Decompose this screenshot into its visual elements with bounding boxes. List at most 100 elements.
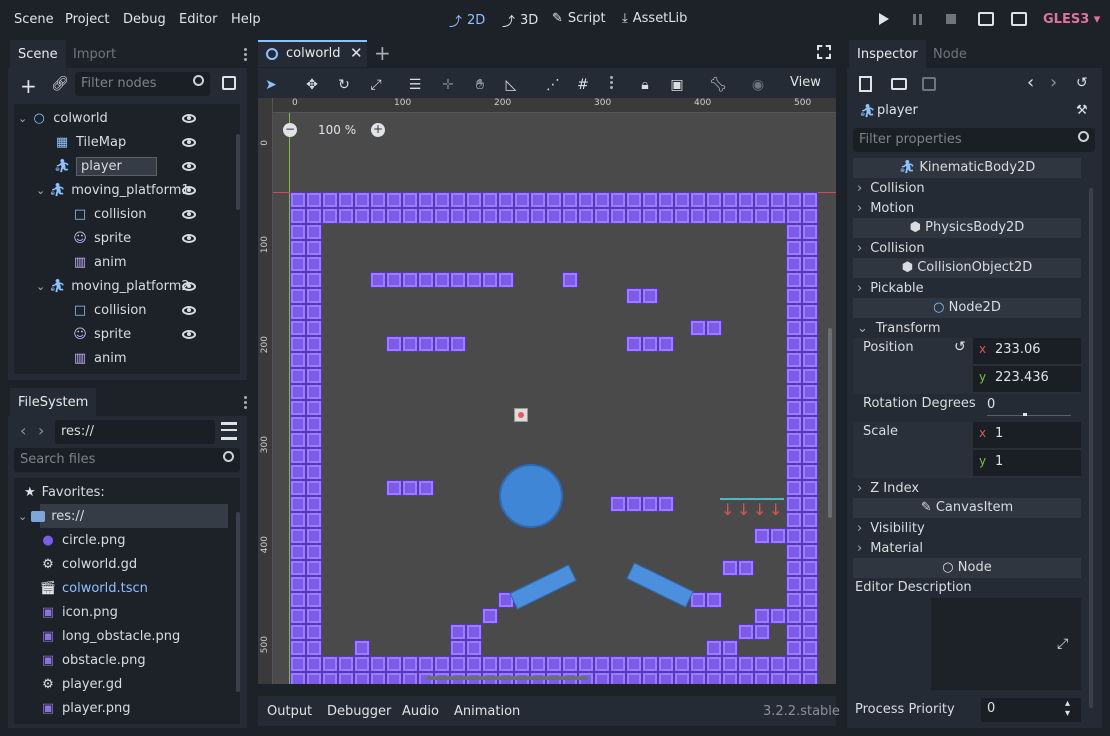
- camera-icon[interactable]: ◉: [749, 76, 767, 94]
- scene-tree-node[interactable]: □ collision: [14, 298, 244, 322]
- grid-snap-icon[interactable]: #: [574, 76, 592, 94]
- search-files-input[interactable]: Search files: [14, 448, 240, 472]
- tab-scene[interactable]: Scene: [10, 40, 66, 68]
- tab-filesystem[interactable]: FileSystem: [10, 388, 97, 416]
- file-row[interactable]: ⚙ player.gd: [14, 672, 244, 696]
- visibility-icon[interactable]: [182, 186, 196, 195]
- list-select-icon[interactable]: ☰: [406, 76, 424, 94]
- scene-tree-node[interactable]: ⌄ ⛹︎ moving_platform2: [14, 274, 244, 298]
- group-material[interactable]: › Material: [853, 538, 1081, 558]
- smart-snap-icon[interactable]: ⋰: [544, 76, 562, 94]
- scene-tab-colworld[interactable]: colworld ✕: [258, 40, 367, 67]
- play-icon[interactable]: [879, 13, 889, 25]
- tab-node[interactable]: Node: [925, 40, 975, 68]
- file-tree-scrollbar[interactable]: [236, 512, 240, 692]
- scene-tree-node[interactable]: ⛹︎ player: [14, 154, 244, 178]
- history-forward-icon[interactable]: ›: [1050, 72, 1057, 93]
- visibility-icon[interactable]: [182, 114, 196, 123]
- pan-mode-icon[interactable]: ✋︎: [471, 76, 489, 94]
- forward-icon[interactable]: ›: [38, 421, 44, 440]
- chevron-down-icon[interactable]: ⌄: [36, 184, 45, 197]
- zoom-in-icon[interactable]: +: [371, 123, 385, 137]
- tab-animation[interactable]: Animation: [454, 704, 520, 719]
- file-row[interactable]: ▣ icon.png: [14, 600, 244, 624]
- filter-nodes-input[interactable]: Filter nodes: [75, 72, 210, 96]
- visibility-icon[interactable]: [182, 138, 196, 147]
- position-x-field[interactable]: x 233.06: [973, 338, 1081, 364]
- tab-import[interactable]: Import: [65, 40, 124, 68]
- tab-audio[interactable]: Audio: [402, 704, 439, 719]
- object-tools-icon[interactable]: ⚒︎: [1076, 103, 1088, 118]
- tab-inspector[interactable]: Inspector: [849, 40, 926, 68]
- canvas-viewport[interactable]: 0 100 200 300 400 500 0 100 200 300 400 …: [258, 98, 836, 684]
- move-mode-icon[interactable]: ✥: [303, 76, 321, 94]
- file-row[interactable]: ▣ player.png: [14, 696, 244, 720]
- group-icon[interactable]: ▣: [668, 76, 686, 94]
- group-pickable[interactable]: › Pickable: [853, 278, 1081, 298]
- split-mode-icon[interactable]: [221, 422, 237, 440]
- visibility-icon[interactable]: [182, 306, 196, 315]
- expand-icon[interactable]: ⤢: [1057, 636, 1068, 652]
- player-sprite[interactable]: [514, 408, 528, 422]
- scene-tree-node[interactable]: ☺︎ sprite: [14, 226, 244, 250]
- play-custom-scene-icon[interactable]: [1011, 12, 1027, 26]
- tab-output[interactable]: Output: [267, 704, 312, 719]
- filter-properties-input[interactable]: Filter properties: [853, 128, 1095, 152]
- workspace-3d-button[interactable]: ⤴ 3D: [502, 11, 538, 30]
- menu-project[interactable]: Project: [65, 12, 109, 27]
- close-icon[interactable]: ✕: [350, 44, 363, 62]
- rotate-mode-icon[interactable]: ↻: [335, 76, 353, 94]
- attach-script-icon[interactable]: [222, 76, 236, 90]
- path-field[interactable]: res://: [55, 420, 215, 444]
- visibility-icon[interactable]: [182, 210, 196, 219]
- inspector-scrollbar[interactable]: [1089, 188, 1093, 708]
- play-scene-icon[interactable]: [978, 12, 994, 26]
- stop-icon[interactable]: [946, 14, 956, 24]
- scene-tree-node[interactable]: ⌄ ⛹︎ moving_platform1: [14, 178, 244, 202]
- new-resource-icon[interactable]: [859, 76, 872, 92]
- canvas-h-scrollbar[interactable]: [426, 676, 588, 680]
- scale-mode-icon[interactable]: ⤢: [367, 76, 385, 94]
- scene-tree-node[interactable]: ⌄ ○ colworld: [14, 106, 244, 130]
- ruler-mode-icon[interactable]: ◺: [502, 76, 520, 94]
- menu-editor[interactable]: Editor: [179, 12, 217, 27]
- group-visibility[interactable]: › Visibility: [853, 518, 1081, 538]
- editor-description-field[interactable]: ⤢: [931, 598, 1081, 690]
- file-row[interactable]: ▣ obstacle.png: [14, 648, 244, 672]
- group-collision[interactable]: › Collision: [853, 178, 1081, 198]
- workspace-2d-button[interactable]: ⤴ 2D: [449, 11, 485, 30]
- scale-x-field[interactable]: x 1: [973, 422, 1081, 448]
- group-transform[interactable]: ⌄ Transform: [853, 318, 1081, 338]
- group-collision-2[interactable]: › Collision: [853, 238, 1081, 258]
- pause-icon[interactable]: [913, 14, 916, 25]
- chevron-down-icon[interactable]: ⌄: [18, 510, 27, 523]
- scene-tree-node[interactable]: ▦ TileMap: [14, 130, 244, 154]
- menu-scene[interactable]: Scene: [14, 12, 54, 27]
- scene-tree-node[interactable]: ▥ anim: [14, 346, 244, 370]
- renderer-select[interactable]: GLES3 ▾: [1043, 12, 1100, 27]
- file-row[interactable]: ● circle.png: [14, 528, 244, 552]
- snap-options-icon[interactable]: [610, 76, 613, 91]
- add-node-icon[interactable]: +: [20, 74, 37, 98]
- scene-tree-node[interactable]: □ collision: [14, 202, 244, 226]
- canvas-v-scrollbar[interactable]: [828, 328, 832, 518]
- zoom-out-icon[interactable]: −: [283, 123, 297, 137]
- fullscreen-icon[interactable]: [817, 45, 831, 59]
- chevron-down-icon[interactable]: ⌄: [36, 280, 45, 293]
- scale-y-field[interactable]: y 1: [973, 450, 1081, 476]
- select-mode-icon[interactable]: ➤: [262, 76, 280, 94]
- workspace-assetlib-button[interactable]: ⤓ AssetLib: [622, 11, 687, 26]
- file-row[interactable]: ⚙ colworld.gd: [14, 552, 244, 576]
- back-icon[interactable]: ‹: [20, 421, 26, 440]
- object-history-icon[interactable]: ↺: [1076, 75, 1088, 91]
- group-z-index[interactable]: › Z Index: [853, 478, 1081, 498]
- lock-icon[interactable]: 🔒︎: [636, 76, 654, 94]
- dock-menu-icon[interactable]: [244, 396, 247, 411]
- save-resource-icon[interactable]: [922, 77, 936, 91]
- menu-help[interactable]: Help: [231, 12, 261, 27]
- workspace-script-button[interactable]: ✎ Script: [552, 11, 606, 26]
- rotation-slider[interactable]: 0: [981, 394, 1081, 418]
- moving-platform-2[interactable]: [626, 562, 694, 608]
- circle-obstacle[interactable]: [499, 464, 563, 528]
- group-motion[interactable]: › Motion: [853, 198, 1081, 218]
